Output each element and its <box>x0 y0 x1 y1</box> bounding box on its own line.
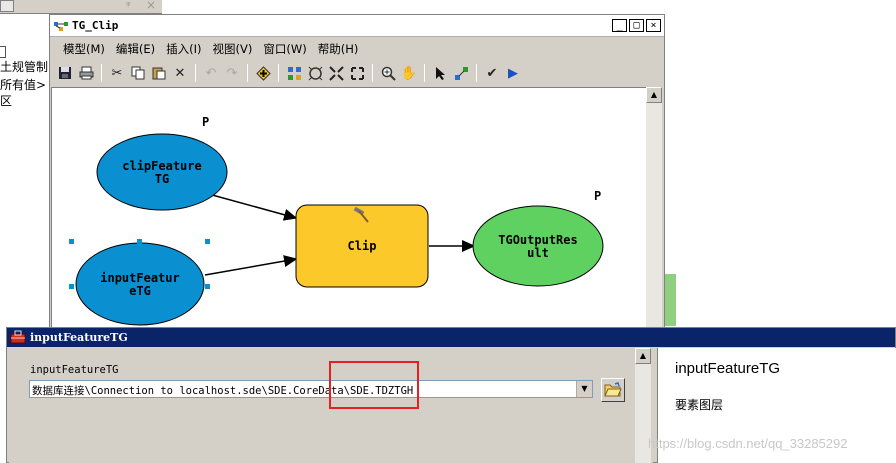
delete-icon[interactable]: ✕ <box>171 64 189 82</box>
clip-tool-label: Clip <box>348 239 377 253</box>
window-title: TG_Clip <box>72 19 119 32</box>
close-button[interactable]: × <box>646 19 661 32</box>
menu-edit[interactable]: 编辑(E) <box>113 37 163 59</box>
toolbar-separator <box>476 64 477 82</box>
pin-icon[interactable]: ᵠ <box>126 0 131 12</box>
fixed-zoom-out-icon[interactable] <box>348 64 366 82</box>
folder-open-icon <box>604 382 622 397</box>
validate-icon[interactable]: ✔ <box>483 64 501 82</box>
clip-feature-label-line2: TG <box>155 172 169 186</box>
node-output[interactable]: TGOutputRes ult <box>472 205 604 287</box>
browse-button[interactable] <box>601 378 625 402</box>
maximize-button[interactable]: □ <box>629 19 644 32</box>
parameter-label: inputFeatureTG <box>30 364 119 376</box>
watermark: https://blog.csdn.net/qq_33285292 <box>648 436 848 451</box>
dialog-title: inputFeatureTG <box>30 331 128 344</box>
canvas-vertical-scrollbar[interactable]: ▲ <box>646 87 662 329</box>
input-feature-label-line1: inputFeatur <box>100 271 179 285</box>
toolbox-icon <box>10 330 26 344</box>
model-diagram: clipFeature TG P inputFeatur eTG Clip TG… <box>69 115 604 326</box>
redo-icon[interactable]: ↷ <box>223 64 241 82</box>
connector-inputfeature-to-clip <box>204 255 298 276</box>
toolbar-separator <box>424 64 425 82</box>
node-clip-feature[interactable]: clipFeature TG <box>96 133 228 211</box>
paste-icon[interactable] <box>150 64 168 82</box>
menu-insert[interactable]: 插入(I) <box>163 37 209 59</box>
background-panel-titlebar: ᵠ × <box>0 0 162 14</box>
add-data-icon[interactable] <box>254 64 272 82</box>
help-title: inputFeatureTG <box>675 360 781 377</box>
chevron-down-icon[interactable]: ▼ <box>576 381 592 397</box>
copy-icon[interactable] <box>129 64 147 82</box>
add-connection-icon[interactable] <box>452 64 470 82</box>
model-canvas[interactable]: clipFeature TG P inputFeatur eTG Clip TG… <box>51 87 646 329</box>
window-titlebar: TG_Clip _ □ × <box>50 15 664 37</box>
toolbar-separator <box>247 64 248 82</box>
node-clip-tool[interactable]: Clip <box>295 204 429 288</box>
menu-bar: 模型(M) 编辑(E) 插入(I) 视图(V) 窗口(W) 帮助(H) <box>50 37 664 59</box>
auto-layout-icon[interactable] <box>285 64 303 82</box>
model-builder-window: TG_Clip _ □ × 模型(M) 编辑(E) 插入(I) 视图(V) 窗口… <box>49 14 665 329</box>
model-builder-icon <box>54 22 68 31</box>
tree-item: 土规管制 <box>0 60 49 74</box>
background-map-fragment <box>664 274 676 326</box>
toolbar-separator <box>278 64 279 82</box>
tree-item: 区 <box>0 94 13 108</box>
close-icon[interactable]: × <box>146 0 156 12</box>
input-feature-label-line2: eTG <box>129 284 151 298</box>
select-pointer-icon[interactable] <box>431 64 449 82</box>
toolbar-separator <box>372 64 373 82</box>
scroll-up-arrow-icon[interactable]: ▲ <box>635 348 651 364</box>
clip-feature-label-line1: clipFeature <box>122 159 201 173</box>
cut-icon[interactable]: ✂ <box>108 64 126 82</box>
background-tree: 土规管制 所有值> 区 <box>0 34 52 114</box>
pan-icon[interactable]: ✋ <box>400 64 418 82</box>
output-label-line2: ult <box>527 246 549 260</box>
parameter-input-combobox[interactable]: 数据库连接\Connection to localhost.sde\SDE.Co… <box>29 380 593 398</box>
toolbar-separator <box>101 64 102 82</box>
fixed-zoom-in-icon[interactable] <box>327 64 345 82</box>
menu-window[interactable]: 窗口(W) <box>260 37 314 59</box>
full-extent-icon[interactable] <box>306 64 324 82</box>
parameter-marker: P <box>594 189 601 203</box>
menu-help[interactable]: 帮助(H) <box>315 37 367 59</box>
run-icon[interactable]: ▶ <box>504 64 522 82</box>
connector-clipfeature-to-clip <box>204 192 298 221</box>
save-icon[interactable] <box>56 64 74 82</box>
minimize-button[interactable]: _ <box>612 19 627 32</box>
zoom-in-icon[interactable] <box>379 64 397 82</box>
node-input-feature[interactable]: inputFeatur eTG <box>75 242 205 326</box>
tree-node-box <box>0 46 6 58</box>
print-icon[interactable] <box>77 64 95 82</box>
scroll-up-arrow-icon[interactable]: ▲ <box>646 87 662 103</box>
annotation-highlight-box <box>329 361 419 409</box>
background-panel-box <box>0 0 14 12</box>
toolbar-separator <box>195 64 196 82</box>
tree-item: 所有值> <box>0 78 47 92</box>
undo-icon[interactable]: ↶ <box>202 64 220 82</box>
dialog-titlebar: inputFeatureTG <box>7 328 895 347</box>
menu-view[interactable]: 视图(V) <box>210 37 261 59</box>
toolbar: ✂ ✕ ↶ ↷ ✋ ✔ ▶ <box>50 60 664 86</box>
parameter-marker: P <box>202 115 209 129</box>
help-description: 要素图层 <box>675 398 724 412</box>
menu-model[interactable]: 模型(M) <box>60 37 113 59</box>
output-label-line1: TGOutputRes <box>498 233 577 247</box>
